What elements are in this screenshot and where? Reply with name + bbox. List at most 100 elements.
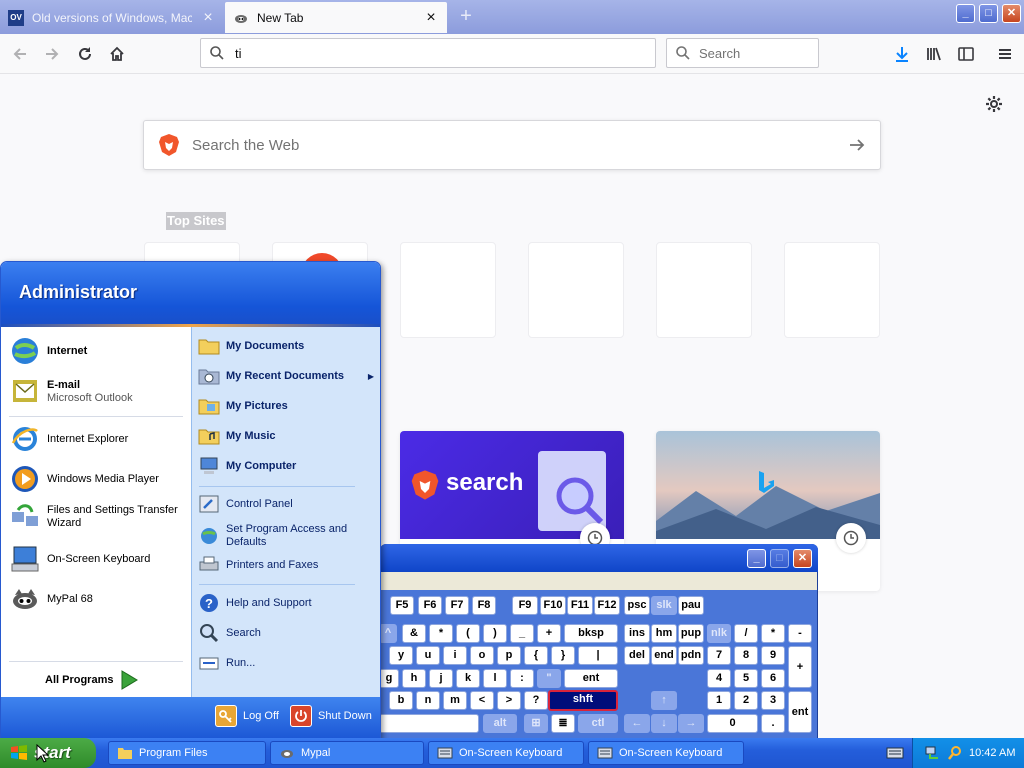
osk-key[interactable]: n [416, 691, 440, 710]
all-programs-button[interactable]: All Programs [45, 669, 139, 691]
osk-key[interactable]: 9 [761, 646, 785, 665]
osk-key[interactable]: } [551, 646, 575, 665]
osk-windows-key[interactable]: ⊞ [524, 714, 548, 733]
osk-key[interactable]: 7 [707, 646, 731, 665]
osk-key[interactable]: & [402, 624, 426, 643]
osk-key[interactable]: psc [624, 596, 650, 615]
program-windows-media-player[interactable]: Windows Media Player [9, 463, 159, 495]
osk-key[interactable]: ( [456, 624, 480, 643]
pinned-internet[interactable]: Internet [9, 335, 87, 367]
home-icon[interactable] [103, 40, 131, 68]
osk-key[interactable]: * [761, 624, 785, 643]
program-internet-explorer[interactable]: Internet Explorer [9, 423, 128, 455]
close-tab-icon[interactable]: × [423, 9, 439, 27]
osk-key[interactable]: i [443, 646, 467, 665]
osk-key[interactable]: ? [524, 691, 548, 710]
osk-key[interactable]: + [788, 646, 812, 688]
osk-key[interactable]: ← [624, 714, 650, 733]
osk-key[interactable]: 4 [707, 669, 731, 688]
window-maximize-button[interactable]: □ [979, 4, 998, 23]
search-bar[interactable]: Search [666, 38, 819, 68]
osk-key[interactable]: pau [678, 596, 704, 615]
osk-key[interactable]: - [788, 624, 812, 643]
search-tray-icon[interactable] [947, 745, 963, 761]
osk-key[interactable]: hm [651, 624, 677, 643]
osk-key[interactable]: ) [483, 624, 507, 643]
osk-shift-key[interactable]: shft [548, 690, 618, 711]
osk-key[interactable]: / [734, 624, 758, 643]
osk-key[interactable]: F7 [445, 596, 469, 615]
search-item[interactable]: Search [198, 622, 261, 644]
osk-key[interactable]: * [429, 624, 453, 643]
osk-key[interactable]: F12 [594, 596, 620, 615]
program-mypal[interactable]: MyPal 68 [9, 583, 93, 615]
tab-old-versions[interactable]: OV Old versions of Windows, Mac and × [0, 2, 224, 33]
keyboard-tray-icon[interactable] [886, 745, 904, 761]
osk-menu-key[interactable]: ≣ [551, 714, 575, 733]
osk-key[interactable]: F10 [540, 596, 566, 615]
forward-arrow-icon[interactable] [38, 40, 66, 68]
osk-key[interactable]: F9 [512, 596, 538, 615]
osk-key[interactable]: ctl [578, 714, 618, 733]
osk-key[interactable]: . [761, 714, 785, 733]
osk-key[interactable]: | [578, 646, 618, 665]
osk-close-button[interactable]: ✕ [793, 549, 812, 568]
osk-key[interactable]: slk [651, 596, 677, 615]
top-site-tile-empty[interactable] [784, 242, 880, 338]
osk-key[interactable]: 1 [707, 691, 731, 710]
osk-key[interactable]: ↑ [651, 691, 677, 710]
program-on-screen-keyboard[interactable]: On-Screen Keyboard [9, 543, 150, 575]
setting-program-access[interactable]: Set Program Access and Defaults [198, 523, 368, 549]
osk-key[interactable]: ins [624, 624, 650, 643]
osk-key[interactable]: : [510, 669, 534, 688]
osk-key[interactable]: _ [510, 624, 534, 643]
osk-key[interactable]: > [497, 691, 521, 710]
window-minimize-button[interactable]: _ [956, 4, 975, 23]
osk-key[interactable]: 6 [761, 669, 785, 688]
osk-key[interactable]: ^ [379, 624, 397, 643]
taskbar-button-osk[interactable]: On-Screen Keyboard [588, 741, 744, 765]
osk-minimize-button[interactable]: _ [747, 549, 766, 568]
osk-key[interactable]: m [443, 691, 467, 710]
taskbar-button-mypal[interactable]: Mypal [270, 741, 424, 765]
place-my-documents[interactable]: My Documents [198, 335, 304, 357]
shut-down-button[interactable]: Shut Down [290, 705, 372, 727]
osk-space-key[interactable] [379, 714, 479, 733]
osk-key[interactable]: pup [678, 624, 704, 643]
network-icon[interactable] [925, 745, 941, 761]
osk-key[interactable]: → [678, 714, 704, 733]
osk-key[interactable]: j [429, 669, 453, 688]
osk-key[interactable]: " [537, 669, 561, 688]
osk-key[interactable]: u [416, 646, 440, 665]
osk-key[interactable]: F11 [567, 596, 593, 615]
osk-key[interactable]: 0 [707, 714, 758, 733]
osk-key[interactable]: p [497, 646, 521, 665]
osk-key[interactable]: F5 [390, 596, 414, 615]
osk-key[interactable]: ↓ [651, 714, 677, 733]
setting-control-panel[interactable]: Control Panel [198, 493, 293, 515]
osk-key[interactable]: b [389, 691, 413, 710]
gear-icon[interactable] [984, 94, 1004, 114]
library-icon[interactable] [920, 40, 948, 68]
osk-key[interactable]: { [524, 646, 548, 665]
pinned-email[interactable]: E-mail Microsoft Outlook [9, 375, 133, 407]
taskbar-button-osk[interactable]: On-Screen Keyboard [428, 741, 584, 765]
web-search-box[interactable]: Search the Web [143, 120, 881, 170]
osk-key[interactable]: l [483, 669, 507, 688]
back-arrow-icon[interactable] [6, 40, 34, 68]
osk-key[interactable]: ent [788, 691, 812, 733]
top-site-tile-empty[interactable] [528, 242, 624, 338]
osk-key[interactable]: bksp [564, 624, 618, 643]
program-transfer-wizard[interactable]: Files and Settings Transfer Wizard [9, 501, 185, 533]
url-bar[interactable]: ti [200, 38, 656, 68]
tab-new-tab[interactable]: New Tab × [225, 2, 447, 33]
osk-key[interactable]: ent [564, 669, 618, 688]
arrow-right-icon[interactable] [848, 136, 866, 154]
sidebar-icon[interactable] [952, 40, 980, 68]
setting-printers-faxes[interactable]: Printers and Faxes [198, 554, 318, 576]
osk-key[interactable]: pdn [678, 646, 704, 665]
osk-maximize-button[interactable]: □ [770, 549, 789, 568]
hamburger-menu-icon[interactable] [991, 40, 1019, 68]
new-tab-plus-icon[interactable]: + [455, 6, 477, 28]
osk-key[interactable]: nlk [707, 624, 731, 643]
